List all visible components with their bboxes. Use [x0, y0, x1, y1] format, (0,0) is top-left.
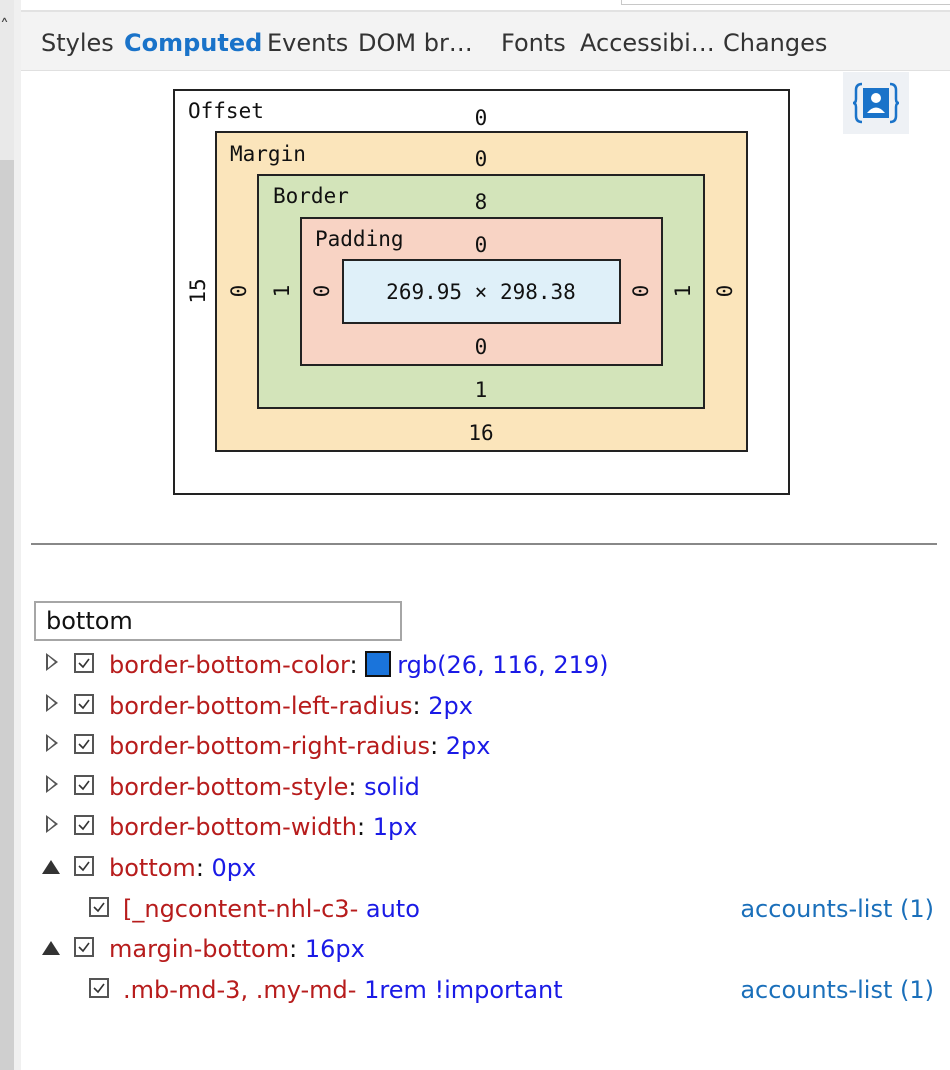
divider [31, 543, 937, 545]
border-right-value: 1 [671, 284, 695, 298]
property-row[interactable]: bottom: 0px [0, 848, 950, 888]
top-edge-input[interactable] [621, 0, 950, 5]
checkbox-icon[interactable] [74, 653, 94, 673]
color-swatch[interactable] [365, 651, 392, 677]
tab-computed[interactable]: Computed [124, 12, 262, 70]
border-label: Border [273, 184, 349, 208]
property-row[interactable]: border-bottom-right-radius: 2px [0, 726, 950, 766]
property-value: 2px [445, 732, 491, 760]
margin-bottom-value: 16 [468, 421, 494, 445]
property-value: 1px [372, 813, 418, 841]
padding-label: Padding [315, 227, 404, 251]
rule-value: 1rem !important [364, 976, 563, 1004]
checkbox-icon[interactable] [89, 978, 109, 998]
property-row[interactable]: margin-bottom: 16px [0, 929, 950, 969]
property-row[interactable]: border-bottom-style: solid [0, 767, 950, 807]
top-edge [21, 0, 950, 12]
checkbox-icon[interactable] [74, 815, 94, 835]
margin-left-value: 0 [227, 284, 251, 298]
property-value: 0px [211, 854, 257, 882]
offset-label: Offset [188, 99, 264, 123]
rule-value: auto [365, 895, 420, 923]
tab-changes[interactable]: Changes [723, 12, 827, 70]
property-value: solid [364, 773, 420, 801]
tab-dom-breakpoints[interactable]: DOM br… [358, 12, 473, 70]
rule-row[interactable]: .mb-md-3, .my-md- 1rem !important accoun… [0, 970, 950, 1010]
property-value: 2px [428, 692, 473, 720]
rule-row[interactable]: [_ngcontent-nhl-c3- auto accounts-list (… [0, 889, 950, 929]
property-name: border-bottom-color [109, 651, 350, 679]
offset-left-value: 15 [186, 278, 210, 304]
chevron-icon[interactable]: ˄ [0, 18, 9, 36]
collapse-triangle-icon[interactable] [42, 860, 60, 874]
computed-source-button[interactable] [843, 72, 909, 134]
margin-top-value: 0 [474, 147, 488, 171]
margin-right-value: 0 [713, 284, 737, 298]
padding-right-value: 0 [629, 284, 653, 298]
border-top-value: 8 [474, 190, 488, 214]
tab-styles[interactable]: Styles [41, 12, 114, 70]
property-name: bottom [109, 854, 196, 882]
rule-selector: [_ngcontent-nhl-c3- [123, 895, 359, 923]
expand-triangle-icon[interactable] [46, 653, 58, 671]
tab-fonts[interactable]: Fonts [501, 12, 566, 70]
property-name: border-bottom-style [109, 773, 349, 801]
margin-label: Margin [230, 142, 306, 166]
rule-source-link[interactable]: accounts-list (1) [740, 970, 934, 1010]
expand-triangle-icon[interactable] [46, 775, 58, 793]
checkbox-icon[interactable] [74, 694, 94, 714]
property-name: border-bottom-width [109, 813, 357, 841]
property-name: margin-bottom [109, 935, 290, 963]
property-value: rgb(26, 116, 219) [397, 651, 609, 679]
property-row[interactable]: border-bottom-color: rgb(26, 116, 219) [0, 645, 950, 685]
collapse-triangle-icon[interactable] [42, 941, 60, 955]
padding-left-value: 0 [310, 284, 334, 298]
checkbox-icon[interactable] [74, 734, 94, 754]
element-style-icon [853, 82, 899, 124]
property-name: border-bottom-right-radius [109, 732, 431, 760]
tab-accessibility[interactable]: Accessibi… [580, 12, 715, 70]
checkbox-icon[interactable] [74, 775, 94, 795]
checkbox-icon[interactable] [74, 856, 94, 876]
tab-bar: Styles Computed Events DOM br… Fonts Acc… [21, 12, 950, 71]
expand-triangle-icon[interactable] [46, 815, 58, 833]
tab-events[interactable]: Events [267, 12, 348, 70]
property-name: border-bottom-left-radius [109, 692, 413, 720]
filter-input[interactable] [34, 601, 402, 641]
expand-triangle-icon[interactable] [46, 694, 58, 712]
content-size: 269.95 × 298.38 [386, 280, 576, 304]
checkbox-icon[interactable] [74, 937, 94, 957]
expand-triangle-icon[interactable] [46, 734, 58, 752]
checkbox-icon[interactable] [89, 897, 109, 917]
rule-selector: .mb-md-3, .my-md- [123, 976, 357, 1004]
border-left-value: 1 [270, 284, 294, 298]
offset-top-value: 0 [474, 106, 488, 130]
property-value: 16px [304, 935, 365, 963]
property-row[interactable]: border-bottom-left-radius: 2px [0, 686, 950, 726]
rule-source-link[interactable]: accounts-list (1) [740, 889, 934, 929]
border-bottom-value: 1 [474, 378, 488, 402]
padding-top-value: 0 [474, 233, 488, 257]
property-row[interactable]: border-bottom-width: 1px [0, 807, 950, 847]
padding-bottom-value: 0 [474, 335, 488, 359]
